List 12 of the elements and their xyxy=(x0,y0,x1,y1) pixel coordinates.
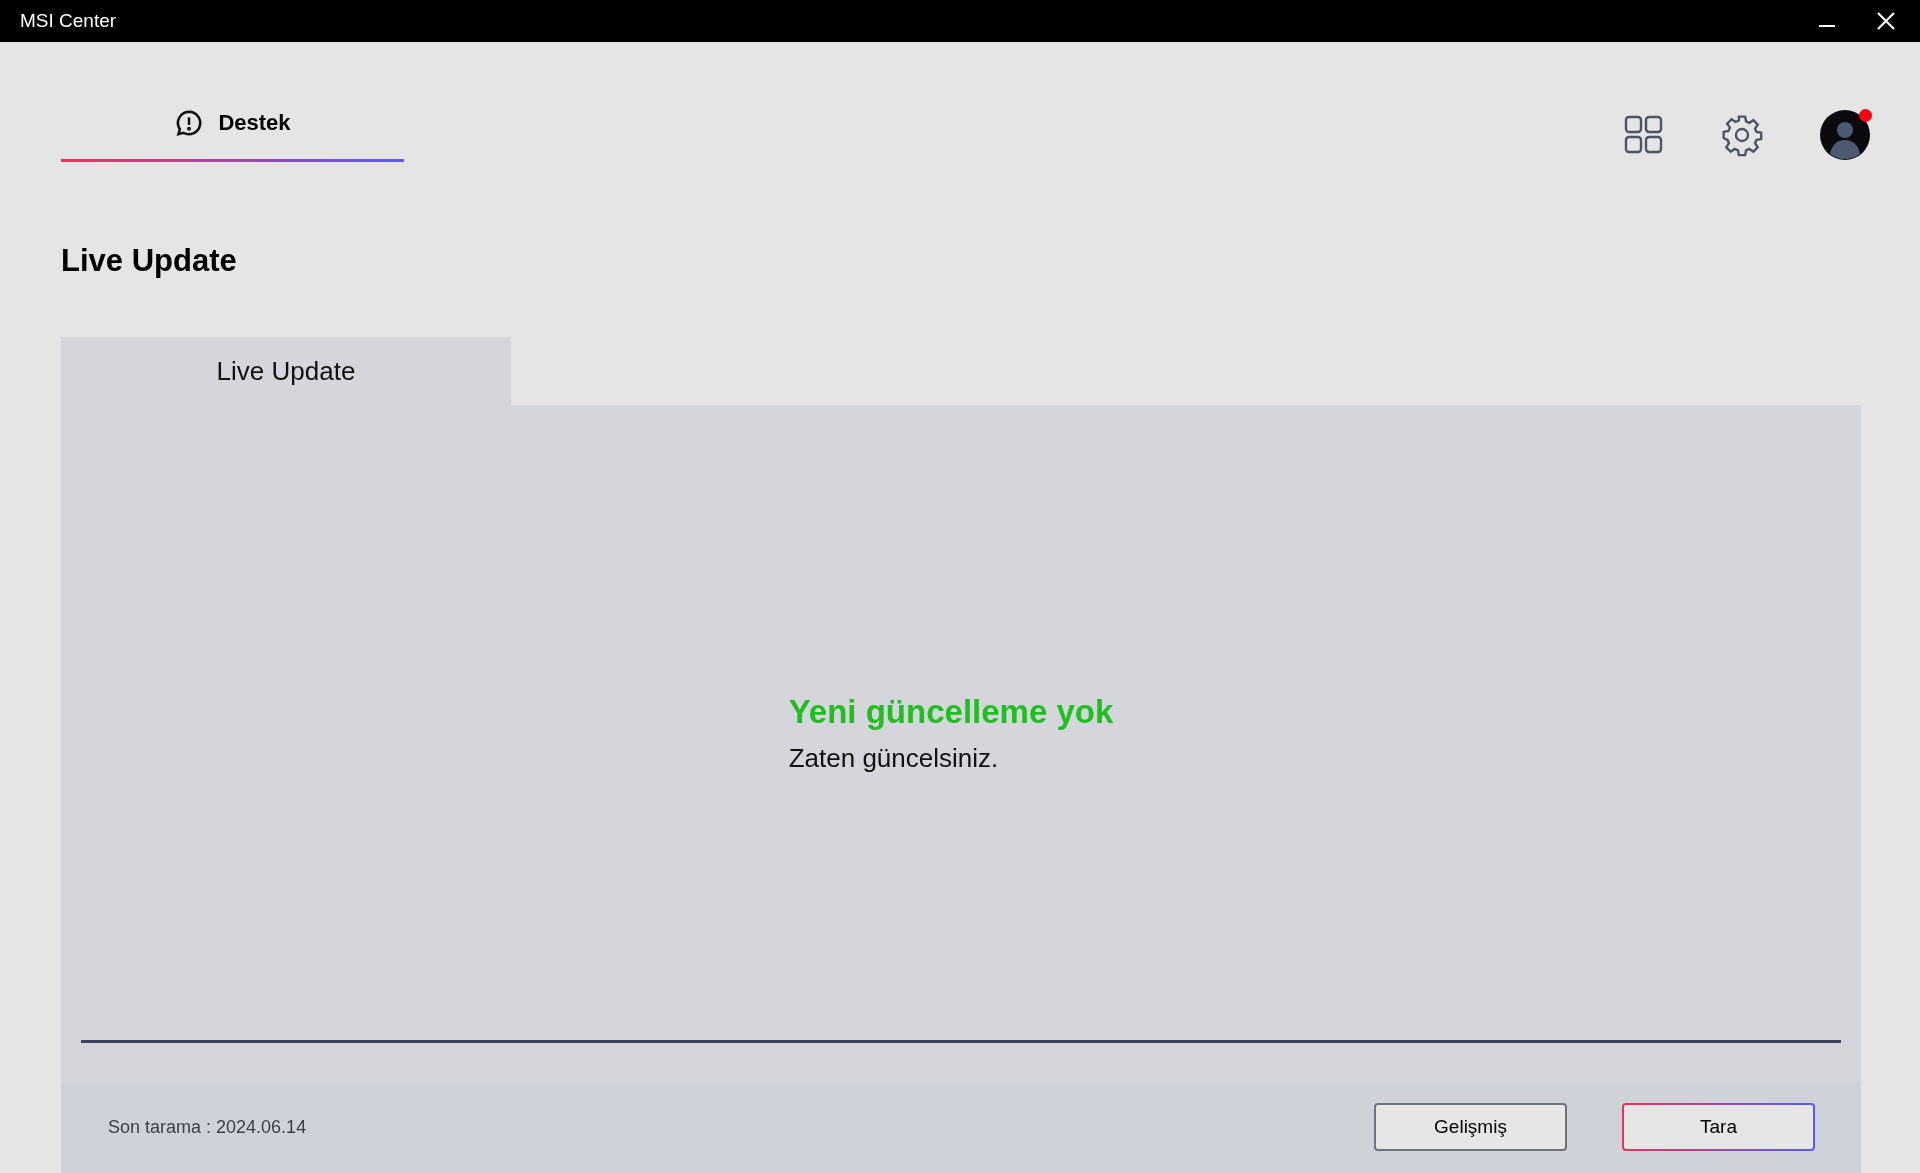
tab[interactable]: Live Update xyxy=(61,337,511,405)
status-title: Yeni güncelleme yok xyxy=(788,692,1114,733)
advanced-button[interactable]: Gelişmiş xyxy=(1374,1103,1567,1151)
page-heading: Live Update xyxy=(61,242,238,280)
grid-icon[interactable] xyxy=(1624,115,1664,155)
settings-icon[interactable] xyxy=(1720,113,1764,157)
window-title: MSI Center xyxy=(20,8,117,33)
scan-button[interactable]: Tara xyxy=(1622,1103,1815,1151)
last-scan-text: Son tarama : 2024.06.14 xyxy=(108,1115,307,1139)
status-message: Zaten güncelsiniz. xyxy=(788,741,1000,775)
close-icon[interactable] xyxy=(1876,11,1896,31)
avatar-icon[interactable] xyxy=(1820,110,1870,160)
